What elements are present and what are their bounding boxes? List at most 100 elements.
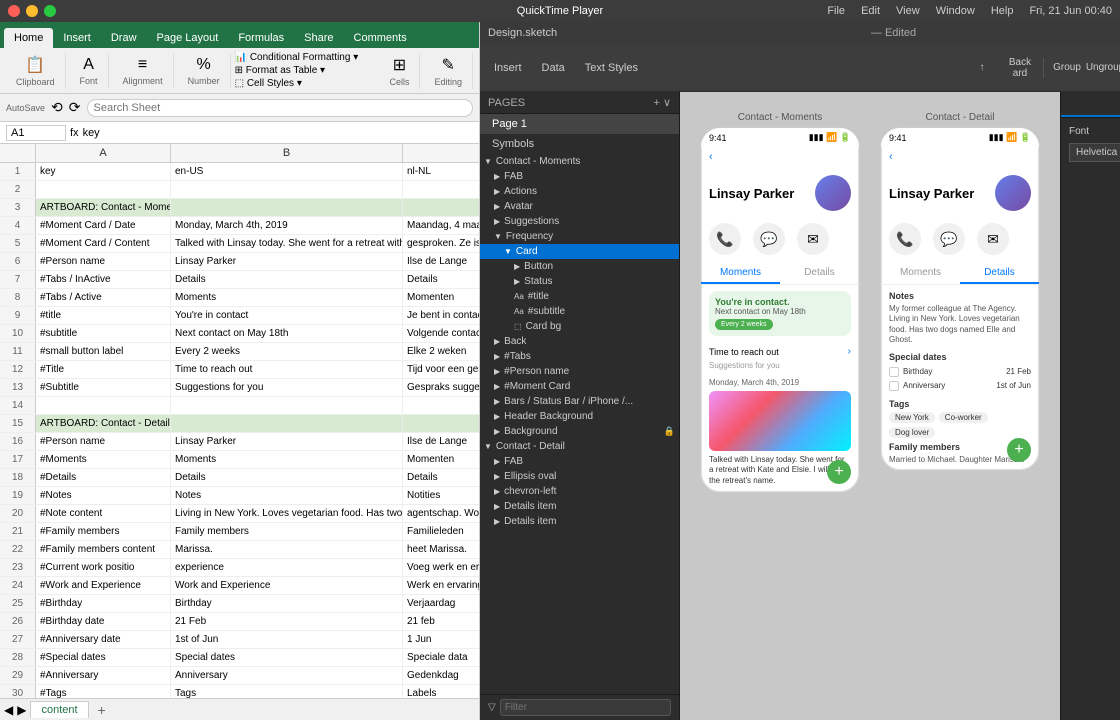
cell-a30[interactable]: #Tags	[36, 685, 171, 698]
cell-a11[interactable]: #small button label	[36, 343, 171, 360]
formula-input[interactable]	[83, 127, 473, 139]
maximize-button[interactable]	[44, 5, 56, 17]
add-page-btn[interactable]: + ∨	[653, 96, 671, 109]
layer-item-3[interactable]: ▶Avatar	[480, 199, 679, 214]
cell-a17[interactable]: #Moments	[36, 451, 171, 468]
cell-a5[interactable]: #Moment Card / Content	[36, 235, 171, 252]
layer-item-5[interactable]: ▼Frequency	[480, 229, 679, 244]
backward-btn[interactable]: Back ard	[1005, 53, 1035, 83]
cell-b29[interactable]: Anniversary	[171, 667, 403, 684]
cell-c8[interactable]: Momenten	[403, 289, 479, 306]
cell-c11[interactable]: Elke 2 weken	[403, 343, 479, 360]
cell-b22[interactable]: Marissa.	[171, 541, 403, 558]
cell-b14[interactable]	[171, 397, 403, 414]
tab-draw[interactable]: Draw	[101, 28, 147, 48]
forward-btn[interactable]: ↑	[967, 53, 997, 83]
cell-a19[interactable]: #Notes	[36, 487, 171, 504]
tab-share[interactable]: Share	[294, 28, 343, 48]
editing-btn[interactable]: ✎ Editing	[430, 53, 466, 89]
layer-item-18[interactable]: ▶Background🔒	[480, 424, 679, 439]
cell-styles-btn[interactable]: ⬚ Cell Styles ▾	[235, 78, 376, 89]
sketch-canvas[interactable]: Contact - Moments 9:41 ▮▮▮ 📶 🔋 ‹	[680, 92, 1060, 720]
layer-item-22[interactable]: ▶chevron-left	[480, 484, 679, 499]
cell-a10[interactable]: #subtitle	[36, 325, 171, 342]
cell-c4[interactable]: Maandag, 4 maart, 2019	[403, 217, 479, 234]
cell-b19[interactable]: Notes	[171, 487, 403, 504]
layer-item-20[interactable]: ▶FAB	[480, 454, 679, 469]
cell-a20[interactable]: #Note content	[36, 505, 171, 522]
cell-b18[interactable]: Details	[171, 469, 403, 486]
cell-a29[interactable]: #Anniversary	[36, 667, 171, 684]
cell-a16[interactable]: #Person name	[36, 433, 171, 450]
cell-c17[interactable]: Momenten	[403, 451, 479, 468]
number-btn[interactable]: % Number	[184, 54, 224, 88]
cell-a1[interactable]: key	[36, 163, 171, 180]
cell-a2[interactable]	[36, 181, 171, 198]
layer-item-12[interactable]: ▶Back	[480, 334, 679, 349]
conditional-formatting-btn[interactable]: 📊 Conditional Formatting ▾	[235, 52, 376, 63]
cell-c5[interactable]: gesproken. Ze is naar een welvaartscongr…	[403, 235, 479, 252]
cell-c1[interactable]: nl-NL	[403, 163, 479, 180]
cell-b17[interactable]: Moments	[171, 451, 403, 468]
format-as-table-btn[interactable]: ⊞ Format as Table ▾	[235, 65, 376, 76]
phone-detail-fab[interactable]: +	[1007, 438, 1031, 462]
cell-b28[interactable]: Special dates	[171, 649, 403, 666]
cell-c16[interactable]: Ilse de Lange	[403, 433, 479, 450]
cell-c19[interactable]: Notities	[403, 487, 479, 504]
cell-c9[interactable]: Je bent in contact	[403, 307, 479, 324]
cell-b26[interactable]: 21 Feb	[171, 613, 403, 630]
filter-input[interactable]	[500, 699, 671, 716]
undo-btn[interactable]: ⟲	[51, 99, 63, 116]
close-button[interactable]	[8, 5, 20, 17]
cell-c25[interactable]: Verjaardag	[403, 595, 479, 612]
cell-a7[interactable]: #Tabs / InActive	[36, 271, 171, 288]
cell-b8[interactable]: Moments	[171, 289, 403, 306]
layer-item-0[interactable]: ▼Contact - Moments	[480, 154, 679, 169]
cell-b9[interactable]: You're in contact	[171, 307, 403, 324]
cell-c15[interactable]	[403, 415, 479, 432]
text-styles-btn[interactable]: Text Styles	[579, 53, 644, 83]
menu-view[interactable]: View	[896, 5, 920, 17]
cell-a24[interactable]: #Work and Experience	[36, 577, 171, 594]
cell-b27[interactable]: 1st of Jun	[171, 631, 403, 648]
cell-b12[interactable]: Time to reach out	[171, 361, 403, 378]
layer-item-11[interactable]: ⬚Card bg	[480, 319, 679, 334]
cell-a14[interactable]	[36, 397, 171, 414]
ungroup-btn[interactable]: Ungroup	[1090, 53, 1120, 83]
group-btn[interactable]: Group	[1052, 53, 1082, 83]
cell-c7[interactable]: Details	[403, 271, 479, 288]
add-sheet-btn[interactable]: +	[93, 701, 111, 719]
cell-a25[interactable]: #Birthday	[36, 595, 171, 612]
menu-window[interactable]: Window	[936, 5, 975, 17]
phone-moments-fab[interactable]: +	[827, 460, 851, 484]
tab-home[interactable]: Home	[4, 28, 53, 48]
cell-a22[interactable]: #Family members content	[36, 541, 171, 558]
cell-b16[interactable]: Linsay Parker	[171, 433, 403, 450]
cell-b3[interactable]	[171, 199, 403, 216]
cell-a3[interactable]: ARTBOARD: Contact - Moments	[36, 199, 171, 216]
layer-item-13[interactable]: ▶#Tabs	[480, 349, 679, 364]
layer-item-14[interactable]: ▶#Person name	[480, 364, 679, 379]
cell-c29[interactable]: Gedenkdag	[403, 667, 479, 684]
cell-b24[interactable]: Work and Experience	[171, 577, 403, 594]
cell-c27[interactable]: 1 Jun	[403, 631, 479, 648]
alignment-btn[interactable]: ≡ Alignment	[119, 54, 167, 88]
layer-item-21[interactable]: ▶Ellipsis oval	[480, 469, 679, 484]
search-input[interactable]	[87, 99, 474, 117]
font-selector[interactable]: Helvetica Neue	[1069, 143, 1120, 162]
cell-a21[interactable]: #Family members	[36, 523, 171, 540]
layer-item-10[interactable]: Aa#subtitle	[480, 304, 679, 319]
clipboard-btn[interactable]: 📋 Clipboard	[12, 53, 59, 89]
cell-a27[interactable]: #Anniversary date	[36, 631, 171, 648]
cell-c3[interactable]	[403, 199, 479, 216]
cell-b10[interactable]: Next contact on May 18th	[171, 325, 403, 342]
cell-a23[interactable]: #Current work positio	[36, 559, 171, 576]
cell-a12[interactable]: #Title	[36, 361, 171, 378]
cell-b21[interactable]: Family members	[171, 523, 403, 540]
cell-b11[interactable]: Every 2 weeks	[171, 343, 403, 360]
minimize-button[interactable]	[26, 5, 38, 17]
tab-formulas[interactable]: Formulas	[228, 28, 294, 48]
cell-b7[interactable]: Details	[171, 271, 403, 288]
cell-c26[interactable]: 21 feb	[403, 613, 479, 630]
cell-a15[interactable]: ARTBOARD: Contact - Detail	[36, 415, 171, 432]
